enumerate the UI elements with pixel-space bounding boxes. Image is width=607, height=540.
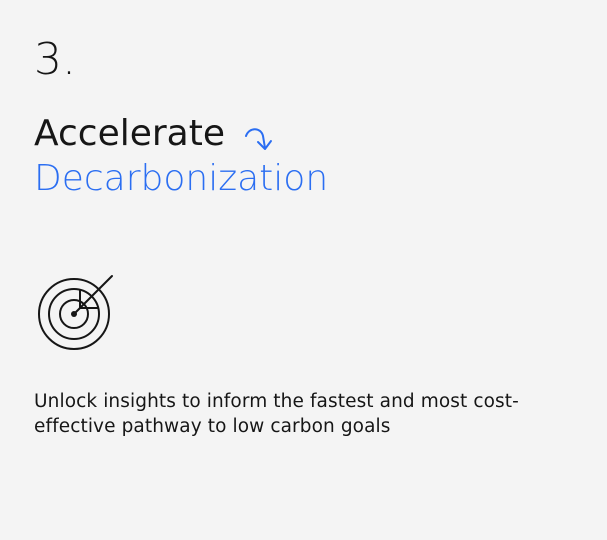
info-card: 3. Accelerate Decarbonization Unlock ins… (0, 0, 607, 540)
curved-arrow-icon (243, 121, 273, 151)
heading-primary-text: Accelerate (34, 113, 226, 154)
heading-secondary-text: Decarbonization (34, 158, 329, 200)
card-heading: Accelerate Decarbonization (34, 112, 574, 200)
heading-line-primary: Accelerate (34, 112, 574, 155)
step-number: 3. (34, 34, 76, 85)
target-icon (34, 268, 118, 352)
card-description: Unlock insights to inform the fastest an… (34, 391, 519, 437)
